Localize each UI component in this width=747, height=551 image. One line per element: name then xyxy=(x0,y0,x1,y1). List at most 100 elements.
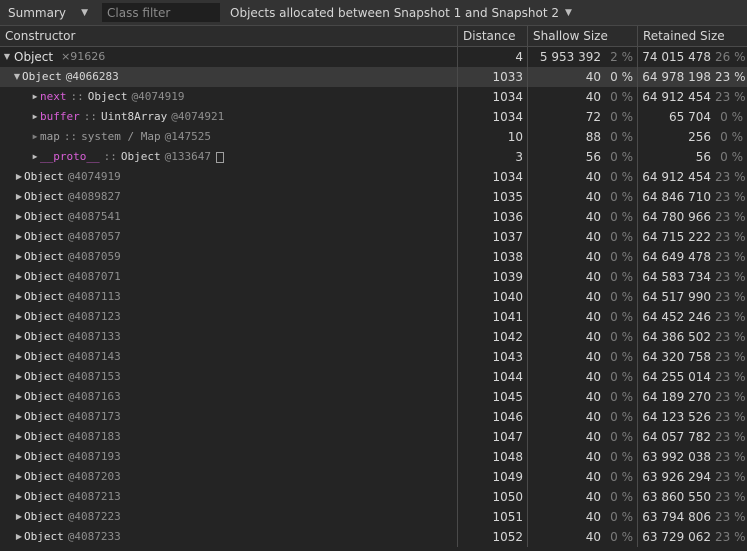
distance-cell: 3 xyxy=(458,147,528,167)
shallow-size-percent: 0 % xyxy=(610,170,633,184)
shallow-size-value: 40 xyxy=(585,230,601,244)
table-row[interactable]: ▶ Object @4087541 1036 40 0 % 64 780 966 23 % xyxy=(0,207,747,227)
table-row-property[interactable]: ▶ buffer :: Uint8Array @4074921 1034 72 … xyxy=(0,107,747,127)
shallow-size-value: 40 xyxy=(585,190,601,204)
table-row[interactable]: ▶ Object @4087203 1049 40 0 % 63 926 294 23 % xyxy=(0,467,747,487)
distance-cell: 1034 xyxy=(458,167,528,187)
class-filter-input[interactable] xyxy=(102,3,220,22)
shallow-size-cell: 40 0 % xyxy=(528,267,638,287)
constructor-cell: ▼ Object ×91626 xyxy=(0,47,458,67)
object-name: Object xyxy=(24,210,64,223)
collapsed-triangle-icon[interactable]: ▶ xyxy=(14,467,24,487)
distance-cell: 1033 xyxy=(458,67,528,87)
table-row-property[interactable]: ▶ next :: Object @4074919 1034 40 0 % 64… xyxy=(0,87,747,107)
table-row[interactable]: ▶ Object @4087143 1043 40 0 % 64 320 758 23 % xyxy=(0,347,747,367)
object-name: Object xyxy=(24,290,64,303)
property-type: system / Map xyxy=(81,130,161,143)
collapsed-triangle-icon[interactable]: ▶ xyxy=(14,447,24,467)
collapsed-triangle-icon[interactable]: ▶ xyxy=(14,347,24,367)
retained-size-percent: 23 % xyxy=(715,350,746,364)
table-row[interactable]: ▶ Object @4087123 1041 40 0 % 64 452 246 23 % xyxy=(0,307,747,327)
shallow-size-cell: 40 0 % xyxy=(528,507,638,527)
heap-snapshot-grid: ▼ Object ×91626 4 5 953 392 2 % 74 015 4… xyxy=(0,47,747,547)
table-row[interactable]: ▶ Object @4087071 1039 40 0 % 64 583 734 23 % xyxy=(0,267,747,287)
shallow-size-value: 40 xyxy=(585,170,601,184)
shallow-size-value: 40 xyxy=(585,350,601,364)
collapsed-triangle-icon[interactable]: ▶ xyxy=(30,87,40,107)
collapsed-triangle-icon[interactable]: ▶ xyxy=(14,407,24,427)
property-name: next xyxy=(40,90,67,103)
objects-range-select[interactable]: Objects allocated between Snapshot 1 and… xyxy=(222,3,580,23)
expanded-triangle-icon[interactable]: ▼ xyxy=(2,47,12,67)
table-row[interactable]: ▶ Object @4087183 1047 40 0 % 64 057 782 23 % xyxy=(0,427,747,447)
table-row-selected[interactable]: ▼ Object @4066283 1033 40 0 % 64 978 198… xyxy=(0,67,747,87)
table-row-property[interactable]: ▶ map :: system / Map @147525 10 88 0 % … xyxy=(0,127,747,147)
collapsed-triangle-icon[interactable]: ▶ xyxy=(14,187,24,207)
collapsed-triangle-icon[interactable]: ▶ xyxy=(14,387,24,407)
collapsed-triangle-icon[interactable]: ▶ xyxy=(14,527,24,547)
retained-size-cell: 63 992 038 23 % xyxy=(638,447,747,467)
table-row[interactable]: ▶ Object @4074919 1034 40 0 % 64 912 454 23 % xyxy=(0,167,747,187)
collapsed-triangle-icon[interactable]: ▶ xyxy=(30,107,40,127)
table-row[interactable]: ▶ Object @4087223 1051 40 0 % 63 794 806 23 % xyxy=(0,507,747,527)
object-id: @4087193 xyxy=(67,450,121,463)
expanded-triangle-icon[interactable]: ▼ xyxy=(12,67,22,87)
collapsed-triangle-icon[interactable]: ▶ xyxy=(14,167,24,187)
distance-cell: 1036 xyxy=(458,207,528,227)
object-id: @4087163 xyxy=(67,390,121,403)
distance-cell: 1034 xyxy=(458,107,528,127)
column-header-retained-size[interactable]: Retained Size xyxy=(638,26,747,46)
shallow-size-cell: 40 0 % xyxy=(528,427,638,447)
table-row-root[interactable]: ▼ Object ×91626 4 5 953 392 2 % 74 015 4… xyxy=(0,47,747,67)
collapsed-triangle-icon[interactable]: ▶ xyxy=(14,307,24,327)
table-row[interactable]: ▶ Object @4087113 1040 40 0 % 64 517 990 23 % xyxy=(0,287,747,307)
table-row[interactable]: ▶ Object @4087173 1046 40 0 % 64 123 526 23 % xyxy=(0,407,747,427)
collapsed-triangle-icon[interactable]: ▶ xyxy=(14,267,24,287)
column-header-constructor[interactable]: Constructor xyxy=(0,26,458,46)
table-row[interactable]: ▶ Object @4087193 1048 40 0 % 63 992 038 23 % xyxy=(0,447,747,467)
collapsed-triangle-icon[interactable]: ▶ xyxy=(14,287,24,307)
collapsed-triangle-icon[interactable]: ▶ xyxy=(14,367,24,387)
collapsed-triangle-icon[interactable]: ▶ xyxy=(14,427,24,447)
reveal-in-panel-icon[interactable] xyxy=(215,151,224,163)
object-id: @4089827 xyxy=(67,190,121,203)
column-header-distance[interactable]: Distance xyxy=(458,26,528,46)
collapsed-triangle-icon[interactable]: ▶ xyxy=(30,147,40,167)
table-row-property[interactable]: ▶ __proto__ :: Object @133647 3 56 0 % 5… xyxy=(0,147,747,167)
collapsed-triangle-icon[interactable]: ▶ xyxy=(30,127,40,147)
property-type: Object xyxy=(120,150,161,163)
table-row[interactable]: ▶ Object @4087153 1044 40 0 % 64 255 014 23 % xyxy=(0,367,747,387)
shallow-size-value: 88 xyxy=(585,130,601,144)
table-row[interactable]: ▶ Object @4087057 1037 40 0 % 64 715 222 23 % xyxy=(0,227,747,247)
shallow-size-cell: 40 0 % xyxy=(528,527,638,547)
collapsed-triangle-icon[interactable]: ▶ xyxy=(14,327,24,347)
retained-size-percent: 23 % xyxy=(715,170,746,184)
object-name: Object xyxy=(24,490,64,503)
retained-size-percent: 23 % xyxy=(715,70,746,84)
shallow-size-cell: 40 0 % xyxy=(528,67,638,87)
view-select[interactable]: Summary ▼ xyxy=(0,3,96,23)
retained-size-value: 63 794 806 xyxy=(642,510,711,524)
column-header-shallow-size[interactable]: Shallow Size xyxy=(528,26,638,46)
retained-size-value: 64 978 198 xyxy=(642,70,711,84)
collapsed-triangle-icon[interactable]: ▶ xyxy=(14,487,24,507)
collapsed-triangle-icon[interactable]: ▶ xyxy=(14,247,24,267)
shallow-size-percent: 0 % xyxy=(610,270,633,284)
table-row[interactable]: ▶ Object @4087059 1038 40 0 % 64 649 478 23 % xyxy=(0,247,747,267)
retained-size-cell: 64 452 246 23 % xyxy=(638,307,747,327)
table-row[interactable]: ▶ Object @4087213 1050 40 0 % 63 860 550 23 % xyxy=(0,487,747,507)
table-row[interactable]: ▶ Object @4087133 1042 40 0 % 64 386 502 23 % xyxy=(0,327,747,347)
table-row[interactable]: ▶ Object @4087233 1052 40 0 % 63 729 062 23 % xyxy=(0,527,747,547)
collapsed-triangle-icon[interactable]: ▶ xyxy=(14,207,24,227)
collapsed-triangle-icon[interactable]: ▶ xyxy=(14,507,24,527)
table-row[interactable]: ▶ Object @4089827 1035 40 0 % 64 846 710 23 % xyxy=(0,187,747,207)
retained-size-cell: 64 649 478 23 % xyxy=(638,247,747,267)
shallow-size-percent: 0 % xyxy=(610,410,633,424)
retained-size-value: 63 860 550 xyxy=(642,490,711,504)
constructor-cell: ▶ __proto__ :: Object @133647 xyxy=(0,147,458,167)
table-row[interactable]: ▶ Object @4087163 1045 40 0 % 64 189 270 23 % xyxy=(0,387,747,407)
retained-size-cell: 64 386 502 23 % xyxy=(638,327,747,347)
collapsed-triangle-icon[interactable]: ▶ xyxy=(14,227,24,247)
object-id: @4087213 xyxy=(67,490,121,503)
shallow-size-value: 56 xyxy=(585,150,601,164)
